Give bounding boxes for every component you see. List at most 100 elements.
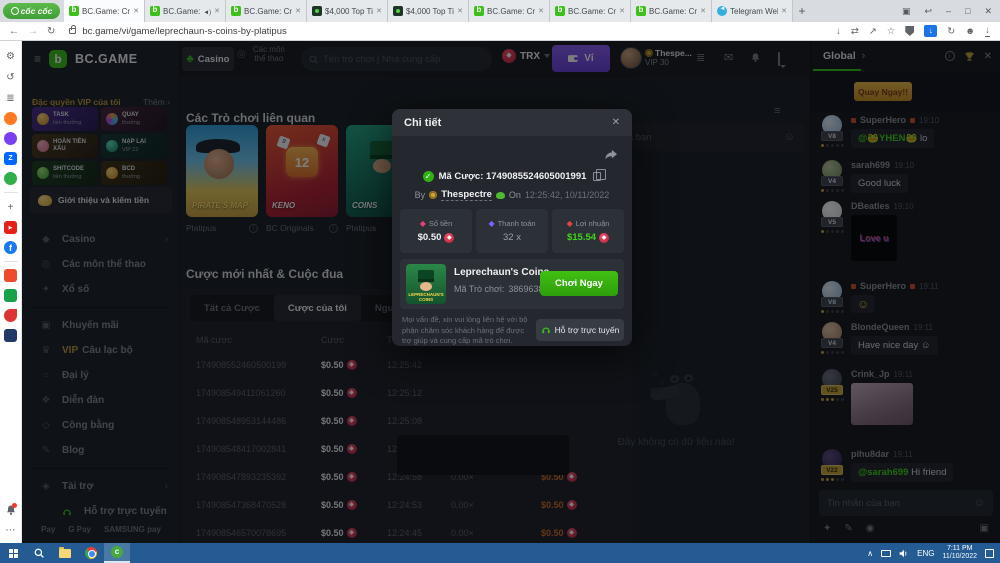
tab-close-icon[interactable]: ✕	[376, 7, 382, 15]
volume-icon[interactable]	[899, 549, 909, 558]
bet-owner-link[interactable]: Thespectre	[441, 189, 492, 201]
coccoc-menu-button[interactable]: cốc cốc	[3, 3, 60, 19]
browser-side-strip: ⚙ ↺ ≣ Z + ▶ f ⋯	[0, 41, 22, 543]
tab-label: BC.Game: Crypto	[82, 7, 130, 16]
action-center-icon[interactable]	[985, 549, 994, 558]
youtube-icon[interactable]: ▶	[4, 221, 17, 234]
facebook-icon[interactable]: f	[4, 241, 17, 254]
browser-tab[interactable]: BC.Game: Crypto ✕	[469, 0, 550, 22]
clock[interactable]: 7:11 PM 11/10/2022	[942, 545, 977, 562]
refresh-button[interactable]: ↻	[47, 26, 55, 37]
browser-tab[interactable]: BC.Game: Crypto ✕	[631, 0, 712, 22]
settings-gear-icon[interactable]: ⚙	[4, 49, 18, 63]
share-bet-icon[interactable]	[604, 149, 618, 161]
tab-close-icon[interactable]: ✕	[538, 7, 544, 15]
browser-tab[interactable]: $4,000 Top Tier ✕	[307, 0, 388, 22]
play-now-button[interactable]: Chơi Ngay	[540, 271, 618, 296]
support-note: Mọi vấn đề, xin vui lòng liên hệ với bộ …	[402, 315, 532, 346]
games-icon[interactable]	[4, 172, 17, 185]
bookmark-star-icon[interactable]: ☆	[887, 26, 896, 37]
forward-button[interactable]: →	[28, 26, 38, 37]
address-bar: ← → ↻ bc.game/vi/game/leprechaun-s-coins…	[0, 22, 1000, 41]
app-shortcut-icon[interactable]	[4, 269, 17, 282]
network-icon[interactable]	[881, 550, 891, 557]
file-explorer-icon[interactable]	[52, 543, 78, 563]
bet-datetime: 12:25:42, 10/11/2022	[525, 190, 609, 200]
lock-icon[interactable]	[69, 28, 76, 34]
frog-badge-icon	[496, 192, 505, 199]
feed-icon[interactable]: ≣	[4, 91, 18, 105]
download-manager-icon[interactable]: ↓	[924, 25, 937, 37]
sync-icon[interactable]: ↻	[947, 26, 955, 37]
tab-label: Telegram Web	[730, 7, 778, 16]
tab-close-icon[interactable]: ✕	[457, 7, 463, 15]
coccoc-taskbar-icon[interactable]: c	[104, 543, 130, 563]
tab-label: BC.Game: Crypto	[244, 7, 292, 16]
more-icon[interactable]: ⋯	[4, 523, 18, 537]
stat-icon: ◆	[420, 219, 426, 228]
tab-close-icon[interactable]: ✕	[700, 7, 706, 15]
divider	[4, 261, 18, 262]
browser-tab[interactable]: Telegram Web ✕	[712, 0, 793, 22]
messenger-icon[interactable]	[4, 132, 17, 145]
tab-favicon-icon	[231, 6, 241, 16]
modal-close-icon[interactable]: ✕	[612, 117, 620, 128]
tab-search-icon[interactable]: ▣	[902, 6, 911, 17]
tab-favicon-icon	[636, 6, 646, 16]
coccoc-logo-icon	[11, 7, 19, 15]
chrome-icon[interactable]	[78, 543, 104, 563]
tab-label: BC.Game: Crypto	[487, 7, 535, 16]
headset-icon	[541, 325, 551, 335]
tab-close-icon[interactable]: ✕	[214, 7, 220, 15]
bet-details-modal: Chi tiết ✕ Mã Cược: 1749085524605001991 …	[392, 109, 632, 346]
zalo-icon[interactable]: Z	[4, 152, 17, 165]
new-tab-button[interactable]: +	[793, 4, 811, 18]
browser-tab[interactable]: BC.Game: Crypto ✕	[550, 0, 631, 22]
browser-tab[interactable]: $4,000 Top Tier ✕	[388, 0, 469, 22]
app-shortcut-icon[interactable]	[4, 309, 17, 322]
stat-cell: ◆Lợi nhuận $15.54	[552, 209, 624, 253]
modal-title: Chi tiết	[404, 117, 441, 129]
add-shortcut-icon[interactable]: +	[4, 200, 18, 214]
game-name: Leprechaun's Coins	[454, 267, 549, 278]
close-window-button[interactable]: ✕	[984, 6, 992, 17]
taskbar-search-icon[interactable]	[26, 543, 52, 563]
share-icon[interactable]: ↗	[869, 26, 877, 37]
windows-taskbar: c ∧ ENG 7:11 PM 11/10/2022	[0, 543, 1000, 563]
tab-close-icon[interactable]: ✕	[295, 7, 301, 15]
notifications-bell-icon[interactable]	[5, 504, 17, 516]
adblock-shield-icon[interactable]	[905, 26, 914, 36]
tab-favicon-icon	[393, 6, 403, 16]
url-text[interactable]: bc.game/vi/game/leprechaun-s-coins-by-pl…	[82, 26, 286, 37]
tray-expand-icon[interactable]: ∧	[867, 549, 873, 558]
tab-close-icon[interactable]: ✕	[133, 7, 139, 15]
history-icon[interactable]: ↺	[4, 70, 18, 84]
copy-icon[interactable]	[593, 172, 601, 181]
minimize-button[interactable]: –	[946, 6, 951, 16]
tab-close-icon[interactable]: ✕	[781, 7, 787, 15]
reopen-tab-icon[interactable]: ↩	[924, 6, 932, 17]
back-button[interactable]: ←	[9, 26, 19, 37]
app-shortcut-icon[interactable]	[4, 329, 17, 342]
start-button[interactable]	[0, 543, 26, 563]
tab-favicon-icon	[312, 6, 322, 16]
browser-tab[interactable]: BC.Game: Cry ✕	[145, 0, 226, 22]
live-support-button[interactable]: Hỗ trợ trực tuyến	[536, 319, 624, 341]
translate-icon[interactable]: ⇄	[851, 26, 859, 37]
tab-close-icon[interactable]: ✕	[619, 7, 625, 15]
hot-downloads-icon[interactable]	[4, 112, 17, 125]
profile-icon[interactable]: ☻	[965, 26, 975, 37]
stat-icon: ◆	[567, 219, 573, 228]
downloads-tray-icon[interactable]: ↓	[985, 25, 990, 37]
app-shortcut-icon[interactable]	[4, 289, 17, 302]
save-page-icon[interactable]: ↓	[836, 26, 841, 37]
browser-tab[interactable]: BC.Game: Crypto ✕	[64, 0, 145, 22]
game-thumbnail[interactable]: LEPRECHAUN'S COINS	[406, 264, 446, 304]
tab-label: $4,000 Top Tier	[406, 7, 454, 16]
bet-id-text: Mã Cược: 1749085524605001991	[439, 171, 587, 182]
language-indicator[interactable]: ENG	[917, 549, 934, 558]
maximize-button[interactable]: □	[965, 6, 970, 16]
tab-label: BC.Game: Crypto	[649, 7, 697, 16]
browser-tab[interactable]: BC.Game: Crypto ✕	[226, 0, 307, 22]
tab-audio-icon[interactable]	[203, 7, 211, 16]
